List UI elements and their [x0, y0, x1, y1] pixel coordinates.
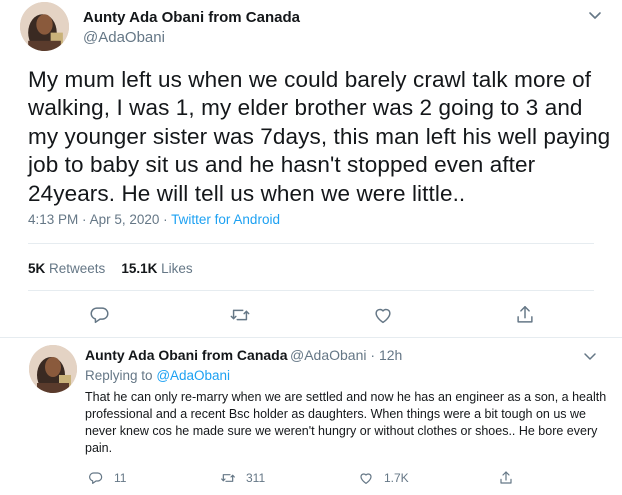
share-icon — [500, 471, 512, 484]
tweet-time[interactable]: 4:13 PM — [28, 212, 78, 227]
replying-to-label: Replying to — [85, 368, 153, 383]
like-icon — [360, 473, 372, 484]
retweet-icon[interactable] — [229, 304, 251, 326]
author-name[interactable]: Aunty Ada Obani from Canada — [83, 9, 300, 26]
tweet-text: My mum left us when we could barely craw… — [28, 67, 611, 206]
retweet-icon — [221, 474, 235, 482]
reply-count: 11 — [114, 471, 127, 485]
reply-separator: · — [370, 347, 376, 363]
like-icon[interactable] — [372, 304, 394, 326]
retweets-label: Retweets — [49, 261, 106, 276]
retweets-count: 5K — [28, 261, 46, 276]
divider — [0, 337, 622, 338]
author-handle[interactable]: @AdaObani — [83, 29, 165, 46]
divider — [28, 290, 594, 291]
tweet-date[interactable]: Apr 5, 2020 — [90, 212, 160, 227]
likes-count: 15.1K — [121, 261, 158, 276]
engagement-stats: 5K Retweets 15.1K Likes — [28, 261, 193, 276]
reply-retweet-count: 311 — [246, 471, 266, 485]
retweets-stat[interactable]: 5K Retweets — [28, 261, 105, 276]
reply-icon — [89, 472, 103, 484]
reply-author-avatar[interactable] — [29, 345, 77, 393]
reply-more-options-chevron-down-icon[interactable] — [581, 350, 599, 364]
reply-reply-button[interactable]: 11 — [88, 469, 126, 487]
reply-author-meta: @AdaObani · 12h — [290, 347, 402, 363]
divider — [28, 243, 594, 244]
reply-author-name[interactable]: Aunty Ada Obani from Canada — [85, 347, 288, 363]
likes-stat[interactable]: 15.1K Likes — [121, 261, 192, 276]
reply-like-count: 1.7K — [384, 471, 409, 485]
replying-to-mention[interactable]: @AdaObani — [156, 368, 230, 383]
source-separator: · — [163, 212, 168, 227]
replying-to: Replying to @AdaObani — [85, 368, 230, 383]
author-avatar[interactable] — [20, 2, 69, 51]
reply-share-button[interactable] — [498, 469, 524, 487]
likes-label: Likes — [161, 261, 193, 276]
tweet-source-link[interactable]: Twitter for Android — [171, 212, 280, 227]
more-options-chevron-down-icon[interactable] — [585, 8, 605, 24]
reply-icon[interactable] — [89, 304, 111, 326]
share-icon[interactable] — [514, 304, 536, 326]
reply-like-button[interactable]: 1.7K — [358, 469, 409, 487]
reply-text: That he can only re-marry when we are se… — [85, 390, 607, 455]
tweet-timestamp: 4:13 PM · Apr 5, 2020 · Twitter for Andr… — [28, 212, 280, 227]
reply-retweet-button[interactable]: 311 — [220, 469, 265, 487]
reply-author-handle[interactable]: @AdaObani — [290, 347, 366, 363]
time-separator: · — [82, 212, 87, 227]
reply-age[interactable]: 12h — [379, 347, 402, 363]
